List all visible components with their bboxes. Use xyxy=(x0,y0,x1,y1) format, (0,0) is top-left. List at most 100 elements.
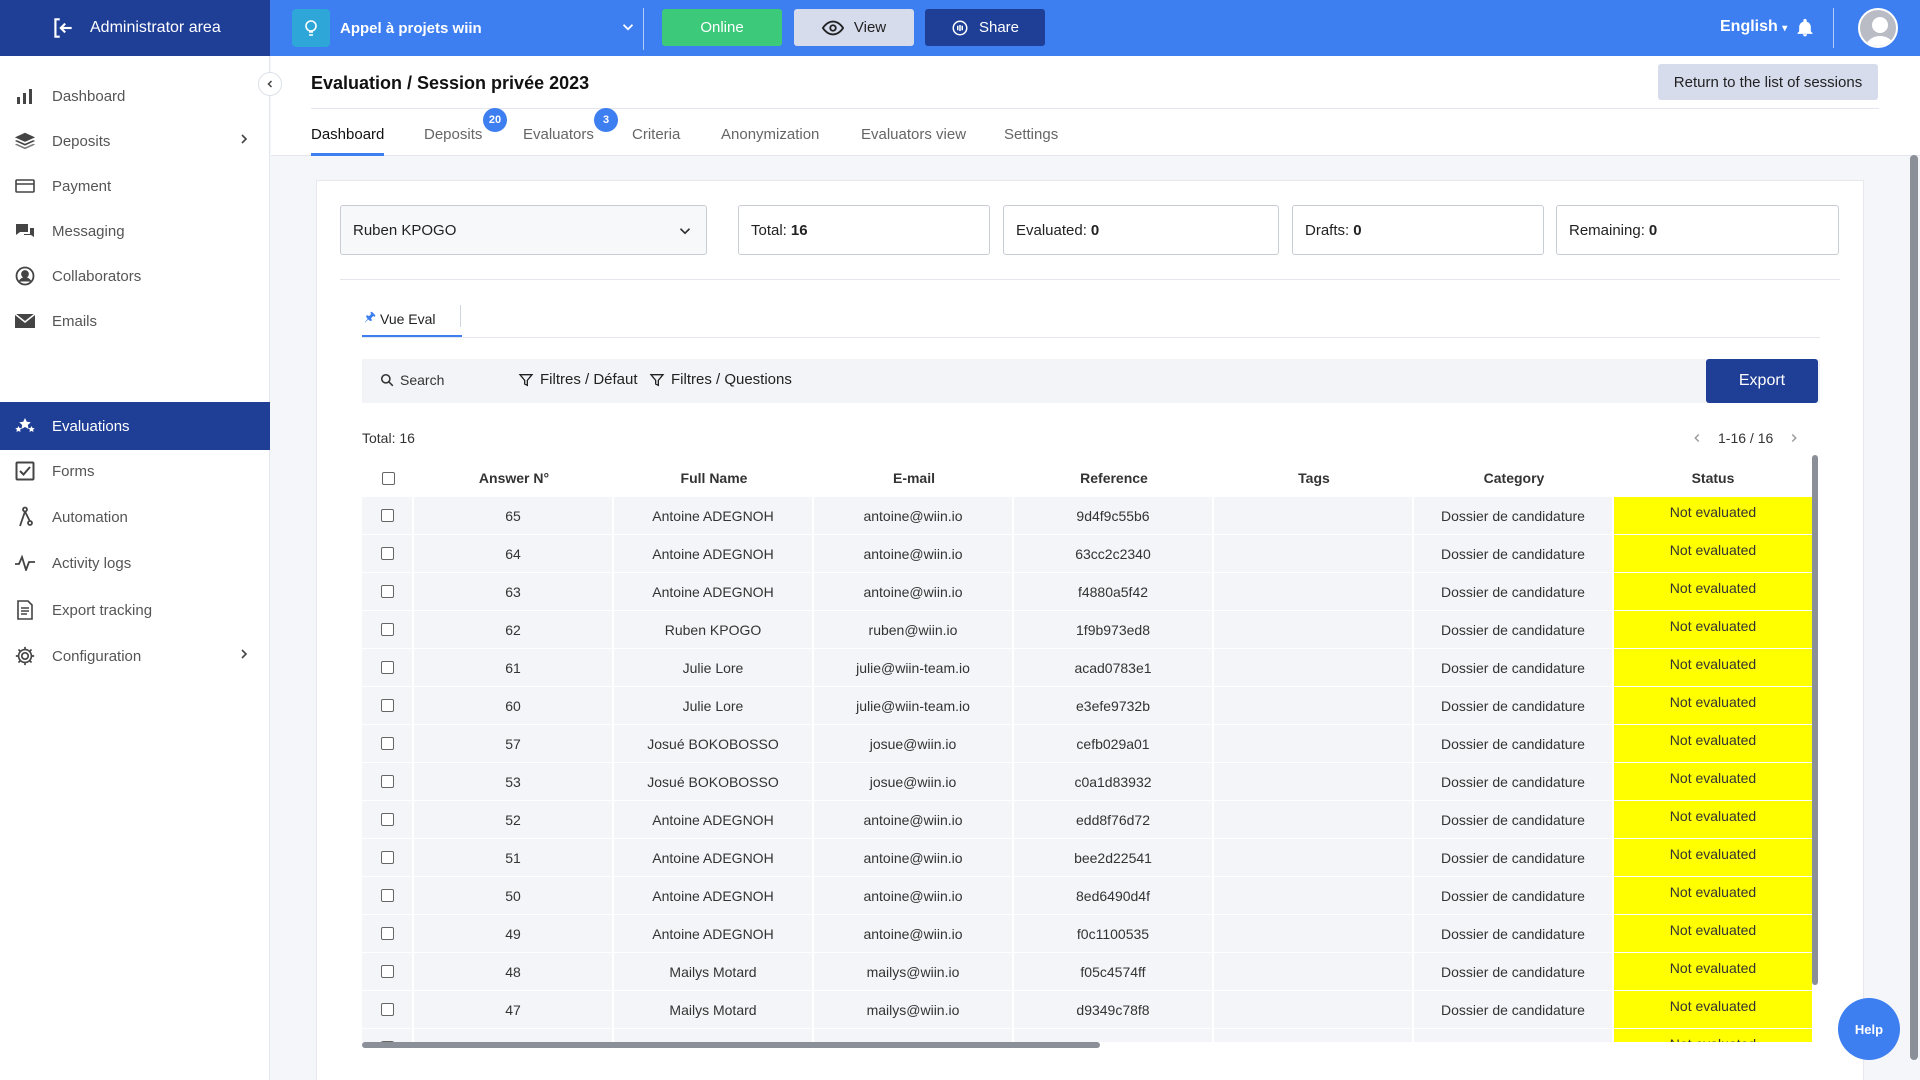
avatar[interactable] xyxy=(1858,8,1898,48)
row-checkbox[interactable] xyxy=(362,611,412,648)
table-horizontal-scrollbar[interactable] xyxy=(362,1042,1100,1048)
row-checkbox[interactable] xyxy=(362,801,412,838)
column-header[interactable]: E-mail xyxy=(814,460,1014,496)
tab-settings[interactable]: Settings xyxy=(1004,126,1058,143)
row-checkbox[interactable] xyxy=(362,687,412,724)
sidebar-item-automation[interactable]: Automation xyxy=(0,493,270,541)
row-checkbox[interactable] xyxy=(362,573,412,610)
tab-criteria[interactable]: Criteria xyxy=(632,126,680,143)
table-row[interactable]: 53 Josué BOKOBOSSO josue@wiin.io c0a1d83… xyxy=(362,763,1812,801)
row-checkbox[interactable] xyxy=(362,991,412,1028)
answer-number-cell: 53 xyxy=(414,763,612,800)
sidebar-item-forms[interactable]: Forms xyxy=(0,447,270,495)
row-checkbox[interactable] xyxy=(362,877,412,914)
row-checkbox[interactable] xyxy=(362,1029,412,1042)
tags-cell xyxy=(1214,535,1412,572)
column-header[interactable]: Category xyxy=(1414,460,1614,496)
column-header[interactable]: Reference xyxy=(1014,460,1214,496)
email-cell: antoine@wiin.io xyxy=(814,497,1012,534)
select-all-checkbox[interactable] xyxy=(362,460,414,496)
search-input[interactable]: Search xyxy=(380,372,444,388)
email-cell: mailys@wiin.io xyxy=(814,991,1012,1028)
row-checkbox[interactable] xyxy=(362,915,412,952)
answer-number-cell: 64 xyxy=(414,535,612,572)
administrator-area-link[interactable]: Administrator area xyxy=(0,0,270,56)
page-scrollbar[interactable] xyxy=(1910,155,1918,1060)
table-row[interactable]: 62 Ruben KPOGO ruben@wiin.io 1f9b973ed8 … xyxy=(362,611,1812,649)
chevron-down-icon xyxy=(622,24,634,31)
category-cell: Dossier de candidature xyxy=(1414,535,1612,572)
row-checkbox[interactable] xyxy=(362,953,412,990)
table-row[interactable]: 64 Antoine ADEGNOH antoine@wiin.io 63cc2… xyxy=(362,535,1812,573)
evaluator-select[interactable]: Ruben KPOGO xyxy=(340,205,707,255)
table-row[interactable]: 57 Josué BOKOBOSSO josue@wiin.io cefb029… xyxy=(362,725,1812,763)
filter-questions-button[interactable]: Filtres / Questions xyxy=(649,371,792,388)
row-checkbox[interactable] xyxy=(362,725,412,762)
tags-cell xyxy=(1214,1029,1412,1042)
table-vertical-scrollbar[interactable] xyxy=(1812,455,1818,985)
reference-cell: e3efe9732b xyxy=(1014,687,1212,724)
collapse-sidebar-button[interactable] xyxy=(258,72,282,96)
table-row[interactable]: 65 Antoine ADEGNOH antoine@wiin.io 9d4f9… xyxy=(362,497,1812,535)
view-button[interactable]: View xyxy=(794,9,914,46)
category-cell: Dossier de candidature xyxy=(1414,953,1612,990)
sidebar-item-emails[interactable]: Emails xyxy=(0,297,270,345)
online-button[interactable]: Online xyxy=(662,9,782,46)
table-row[interactable]: Not evaluated xyxy=(362,1029,1812,1042)
language-selector[interactable]: English ▾ xyxy=(1720,18,1787,36)
return-to-sessions-button[interactable]: Return to the list of sessions xyxy=(1658,64,1878,100)
bar-chart-icon xyxy=(14,85,36,107)
filter-default-button[interactable]: Filtres / Défaut xyxy=(518,371,638,388)
table-row[interactable]: 63 Antoine ADEGNOH antoine@wiin.io f4880… xyxy=(362,573,1812,611)
sidebar-item-label: Export tracking xyxy=(52,601,153,619)
table-row[interactable]: 60 Julie Lore julie@wiin-team.io e3efe97… xyxy=(362,687,1812,725)
row-checkbox[interactable] xyxy=(362,763,412,800)
tab-vue-eval[interactable]: 🖈 Vue Eval xyxy=(364,308,436,330)
tab-evaluators[interactable]: Evaluators xyxy=(523,126,594,143)
page-title: Evaluation / Session privée 2023 xyxy=(311,73,590,93)
sidebar-item-activity-logs[interactable]: Activity logs xyxy=(0,539,270,587)
table-row[interactable]: 51 Antoine ADEGNOH antoine@wiin.io bee2d… xyxy=(362,839,1812,877)
help-button[interactable]: Help xyxy=(1838,998,1900,1060)
tab-deposits[interactable]: Deposits xyxy=(424,126,482,143)
reference-cell: d9349c78f8 xyxy=(1014,991,1212,1028)
chevron-right-icon[interactable] xyxy=(1787,431,1801,445)
row-checkbox[interactable] xyxy=(362,839,412,876)
sidebar-item-dashboard[interactable]: Dashboard xyxy=(0,72,270,120)
table-row[interactable]: 47 Mailys Motard mailys@wiin.io d9349c78… xyxy=(362,991,1812,1029)
sidebar-item-evaluations[interactable]: Evaluations xyxy=(0,402,270,450)
tab-evaluators-view[interactable]: Evaluators view xyxy=(861,126,966,143)
tab-dashboard[interactable]: Dashboard xyxy=(311,126,384,143)
column-header[interactable]: Status xyxy=(1614,460,1812,496)
tags-cell xyxy=(1214,915,1412,952)
sidebar-item-payment[interactable]: Payment xyxy=(0,162,270,210)
sidebar-item-messaging[interactable]: Messaging xyxy=(0,207,270,255)
table-row[interactable]: 49 Antoine ADEGNOH antoine@wiin.io f0c11… xyxy=(362,915,1812,953)
table-row[interactable]: 61 Julie Lore julie@wiin-team.io acad078… xyxy=(362,649,1812,687)
tab-anonymization[interactable]: Anonymization xyxy=(721,126,819,143)
table-row[interactable]: 52 Antoine ADEGNOH antoine@wiin.io edd8f… xyxy=(362,801,1812,839)
column-header[interactable]: Tags xyxy=(1214,460,1414,496)
export-button[interactable]: Export xyxy=(1706,359,1818,403)
project-selector[interactable]: Appel à projets wiin xyxy=(292,9,637,47)
bell-icon[interactable] xyxy=(1795,18,1815,38)
row-checkbox[interactable] xyxy=(362,649,412,686)
row-checkbox[interactable] xyxy=(362,535,412,572)
chevron-left-icon[interactable] xyxy=(1690,431,1704,445)
table-row[interactable]: 48 Mailys Motard mailys@wiin.io f05c4574… xyxy=(362,953,1812,991)
sidebar-item-deposits[interactable]: Deposits xyxy=(0,117,270,165)
share-button[interactable]: Share xyxy=(925,9,1045,46)
divider xyxy=(311,108,1879,109)
reference-cell: 9d4f9c55b6 xyxy=(1014,497,1212,534)
sidebar-item-export-tracking[interactable]: Export tracking xyxy=(0,586,270,634)
tags-cell xyxy=(1214,725,1412,762)
tab-vue-eval-label: Vue Eval xyxy=(380,311,436,327)
status-badge: Not evaluated xyxy=(1614,1029,1812,1042)
column-header[interactable]: Full Name xyxy=(614,460,814,496)
sidebar-item-configuration[interactable]: Configuration xyxy=(0,632,270,680)
column-header[interactable]: Answer N° xyxy=(414,460,614,496)
sidebar-item-collaborators[interactable]: Collaborators xyxy=(0,252,270,300)
email-cell: josue@wiin.io xyxy=(814,763,1012,800)
table-row[interactable]: 50 Antoine ADEGNOH antoine@wiin.io 8ed64… xyxy=(362,877,1812,915)
row-checkbox[interactable] xyxy=(362,497,412,534)
